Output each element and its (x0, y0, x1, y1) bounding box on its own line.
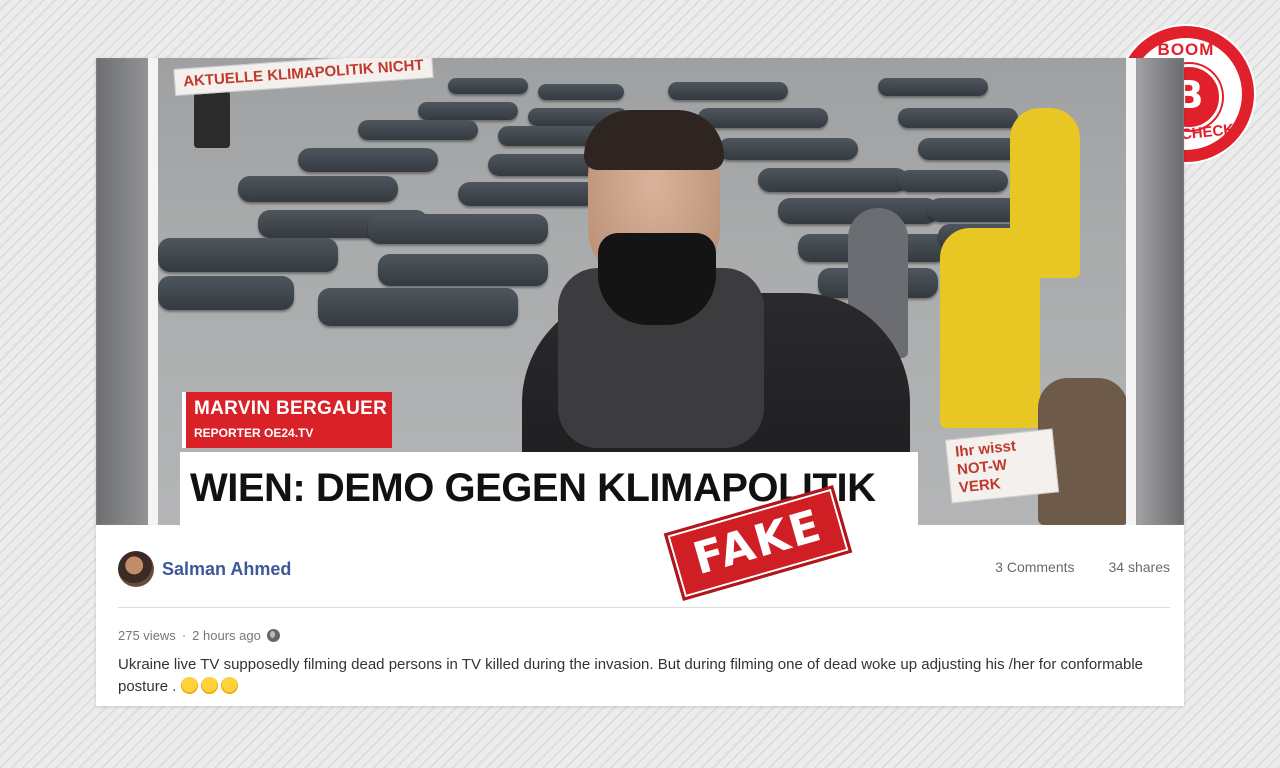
body-bag (378, 254, 548, 286)
video-border-right (1126, 58, 1136, 525)
body-bag (418, 102, 518, 120)
body-bag (878, 78, 988, 96)
protester-yellow-jacket (940, 228, 1040, 428)
reporter-name: MARVIN BERGAUER (194, 398, 388, 419)
post-meta: 275 views · 2 hours ago (118, 628, 280, 643)
body-bag (698, 108, 828, 128)
author-name[interactable]: Salman Ahmed (162, 559, 291, 580)
post-card: AKTUELLE KLIMAPOLITIK NICHT Ihr wisst NO… (96, 58, 1184, 706)
body-bag (898, 170, 1008, 192)
body-bag (458, 182, 598, 206)
reporter-role: REPORTER OE24.TV (194, 426, 314, 440)
body-bag (158, 238, 338, 272)
meta-separator: · (181, 628, 187, 643)
body-bag (358, 120, 478, 140)
protest-sign-top: AKTUELLE KLIMAPOLITIK NICHT (173, 58, 434, 96)
reporter-lower-third: MARVIN BERGAUER REPORTER OE24.TV (182, 392, 392, 448)
protest-sign-bottom: Ihr wisst NOT-W VERK (944, 428, 1060, 504)
avatar[interactable] (118, 551, 154, 587)
logo-top-text: BOOM (1157, 40, 1215, 59)
rofl-emoji-icon (200, 677, 218, 694)
body-bag (158, 276, 294, 310)
body-bag (898, 108, 1018, 128)
body-bag (718, 138, 858, 160)
post-time[interactable]: 2 hours ago (192, 628, 261, 643)
body-bag (298, 148, 438, 172)
comments-count[interactable]: 3 Comments (995, 559, 1074, 575)
body-bag (668, 82, 788, 100)
video-border-left (148, 58, 158, 525)
views-count: 275 views (118, 628, 176, 643)
post-text: Ukraine live TV supposedly filming dead … (118, 656, 1144, 695)
body-bag (238, 176, 398, 202)
rofl-emoji-icon (220, 677, 238, 694)
post-author-row: Salman Ahmed (118, 551, 291, 587)
post-body: Ukraine live TV supposedly filming dead … (118, 654, 1158, 698)
blurred-side-right (1136, 58, 1184, 525)
body-bag (758, 168, 908, 192)
body-bag (448, 78, 528, 94)
rofl-emoji-icon (180, 677, 198, 694)
post-stats: 3 Comments 34 shares (995, 559, 1170, 575)
body-bag (538, 84, 624, 100)
divider (118, 607, 1170, 608)
shares-count[interactable]: 34 shares (1109, 559, 1170, 575)
reporter-hair (584, 110, 724, 170)
reporter-face-mask (598, 233, 716, 325)
globe-icon (266, 629, 280, 642)
body-bag (318, 288, 518, 326)
video-thumbnail[interactable]: AKTUELLE KLIMAPOLITIK NICHT Ihr wisst NO… (96, 58, 1184, 525)
body-bag (368, 214, 548, 244)
